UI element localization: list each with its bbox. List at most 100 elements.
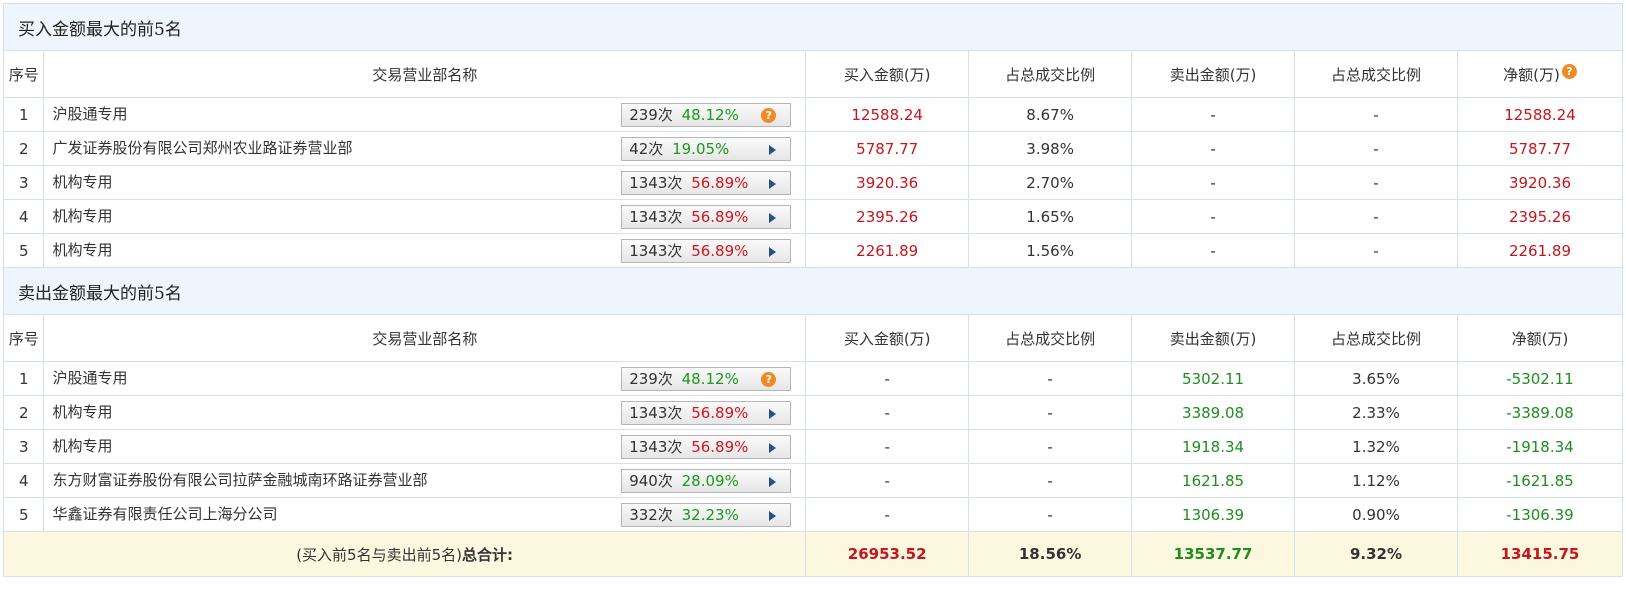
- net-amount: 2395.26: [1456, 199, 1624, 234]
- lhb-page: 买入金额最大的前5名 序号 交易营业部名称 买入金额(万) 占总成交比例 卖出金额(万) 占…: [0, 0, 1626, 603]
- broker-name[interactable]: 机构专用: [52, 167, 112, 199]
- win-rate: 48.12%: [681, 106, 739, 124]
- broker-name-cell: 沪股通专用 239次 48.12% ?: [43, 97, 807, 132]
- buy-top5-header-cell: 交易营业部名称: [43, 50, 807, 98]
- buy-amount: -: [805, 463, 970, 498]
- sell-ratio: -: [1294, 199, 1458, 234]
- lhb-table: 买入金额最大的前5名 序号 交易营业部名称 买入金额(万) 占总成交比例 卖出金额(万) 占…: [2, 3, 1624, 577]
- row-index: 4: [2, 463, 45, 498]
- sell-top5-title-row: 卖出金额最大的前5名: [3, 267, 1623, 315]
- broker-stats-button[interactable]: 1343次 56.89%: [621, 401, 792, 425]
- net-amount: -3389.08: [1456, 395, 1624, 430]
- buy-top5-header-cell: 买入金额(万): [805, 50, 970, 98]
- arrow-right-icon[interactable]: [769, 443, 777, 453]
- arrow-right-icon[interactable]: [769, 145, 777, 155]
- broker-stats-button[interactable]: 1343次 56.89%: [621, 171, 792, 195]
- buy-ratio: 2.70%: [968, 165, 1133, 200]
- sell-ratio: 1.32%: [1294, 429, 1458, 464]
- sell-amount: -: [1131, 165, 1296, 200]
- win-rate: 48.12%: [681, 370, 739, 388]
- row-index: 5: [2, 497, 45, 532]
- sell-top5-header-cell: 净额(万): [1456, 314, 1624, 362]
- buy-amount: 12588.24: [805, 97, 970, 132]
- buy-top5-header-cell: 序号: [2, 50, 45, 98]
- sell-top5-header-row: 序号 交易营业部名称 买入金额(万) 占总成交比例 卖出金额(万) 占总成交比例 净额(万): [2, 314, 1624, 362]
- net-amount: -1918.34: [1456, 429, 1624, 464]
- sell-amount: 1918.34: [1131, 429, 1296, 464]
- buy-ratio: -: [968, 361, 1133, 396]
- win-rate: 28.09%: [681, 472, 739, 490]
- broker-name[interactable]: 机构专用: [52, 397, 112, 429]
- broker-name[interactable]: 沪股通专用: [52, 99, 127, 131]
- broker-stats-button[interactable]: 1343次 56.89%: [621, 435, 792, 459]
- row-index: 5: [2, 233, 45, 268]
- broker-name[interactable]: 机构专用: [52, 431, 112, 463]
- arrow-right-icon[interactable]: [769, 213, 777, 223]
- broker-name[interactable]: 华鑫证券有限责任公司上海分公司: [52, 499, 277, 531]
- broker-name[interactable]: 沪股通专用: [52, 363, 127, 395]
- sell-ratio: -: [1294, 97, 1458, 132]
- buy-ratio: -: [968, 395, 1133, 430]
- win-rate: 56.89%: [691, 404, 749, 422]
- buy-amount: 3920.36: [805, 165, 970, 200]
- row-index: 1: [2, 361, 45, 396]
- broker-name[interactable]: 机构专用: [52, 201, 112, 233]
- buy-top5-header-cell: 净额(万)?: [1456, 50, 1624, 98]
- buy-ratio: 1.56%: [968, 233, 1133, 268]
- row-index: 3: [2, 429, 45, 464]
- broker-stats-button[interactable]: 1343次 56.89%: [621, 239, 792, 263]
- buy-ratio: 1.65%: [968, 199, 1133, 234]
- buy-top5-header-row: 序号 交易营业部名称 买入金额(万) 占总成交比例 卖出金额(万) 占总成交比例 净额(万)…: [2, 50, 1624, 98]
- broker-stats-button[interactable]: 332次 32.23%: [621, 503, 792, 527]
- arrow-right-icon[interactable]: [769, 179, 777, 189]
- row-index: 3: [2, 165, 45, 200]
- total-net: 13415.75: [1456, 531, 1624, 577]
- sell-top5-header-cell: 卖出金额(万): [1131, 314, 1296, 362]
- arrow-right-icon[interactable]: [769, 409, 777, 419]
- row-index: 2: [2, 131, 45, 166]
- sell-ratio: -: [1294, 233, 1458, 268]
- broker-stats-button[interactable]: 42次 19.05%: [621, 137, 792, 161]
- broker-name-cell: 华鑫证券有限责任公司上海分公司 332次 32.23%: [43, 497, 807, 532]
- broker-name[interactable]: 东方财富证券股份有限公司拉萨金融城南环路证券营业部: [52, 465, 427, 497]
- table-row: 3 机构专用 1343次 56.89% - - 1918.34 1.32% -1…: [2, 429, 1624, 464]
- net-amount: 5787.77: [1456, 131, 1624, 166]
- sell-amount: 1306.39: [1131, 497, 1296, 532]
- arrow-right-icon[interactable]: [769, 511, 777, 521]
- sell-amount: 1621.85: [1131, 463, 1296, 498]
- win-rate: 56.89%: [691, 242, 749, 260]
- net-amount: 2261.89: [1456, 233, 1624, 268]
- broker-stats-button[interactable]: 239次 48.12% ?: [621, 367, 792, 391]
- buy-ratio: -: [968, 463, 1133, 498]
- sell-amount: -: [1131, 131, 1296, 166]
- sell-ratio: 0.90%: [1294, 497, 1458, 532]
- question-icon[interactable]: ?: [761, 108, 777, 123]
- win-rate: 32.23%: [681, 506, 739, 524]
- buy-amount: -: [805, 429, 970, 464]
- broker-stats-button[interactable]: 940次 28.09%: [621, 469, 792, 493]
- buy-ratio: -: [968, 497, 1133, 532]
- table-row: 3 机构专用 1343次 56.89% 3920.36 2.70% - - 39…: [2, 165, 1624, 200]
- sell-ratio: 3.65%: [1294, 361, 1458, 396]
- arrow-right-icon[interactable]: [769, 247, 777, 257]
- broker-name[interactable]: 机构专用: [52, 235, 112, 267]
- broker-name[interactable]: 广发证券股份有限公司郑州农业路证券营业部: [52, 133, 352, 165]
- trade-count: 1343次: [629, 208, 683, 226]
- trade-count: 1343次: [629, 404, 683, 422]
- sell-amount: -: [1131, 97, 1296, 132]
- table-row: 2 机构专用 1343次 56.89% - - 3389.08 2.33% -3…: [2, 395, 1624, 430]
- net-amount: -5302.11: [1456, 361, 1624, 396]
- buy-top5-title-row: 买入金额最大的前5名: [3, 3, 1623, 51]
- broker-stats-button[interactable]: 1343次 56.89%: [621, 205, 792, 229]
- broker-name-cell: 机构专用 1343次 56.89%: [43, 233, 807, 268]
- buy-top5-title: 买入金额最大的前5名: [3, 3, 1623, 51]
- question-icon[interactable]: ?: [761, 372, 777, 387]
- question-icon[interactable]: ?: [1561, 63, 1577, 79]
- sell-ratio: -: [1294, 165, 1458, 200]
- broker-stats-button[interactable]: 239次 48.12% ?: [621, 103, 792, 127]
- net-amount: 3920.36: [1456, 165, 1624, 200]
- table-row: 1 沪股通专用 239次 48.12% ? 12588.24 8.67% - -…: [2, 97, 1624, 132]
- arrow-right-icon[interactable]: [769, 477, 777, 487]
- trade-count: 239次: [629, 370, 673, 388]
- total-sell: 13537.77: [1131, 531, 1296, 577]
